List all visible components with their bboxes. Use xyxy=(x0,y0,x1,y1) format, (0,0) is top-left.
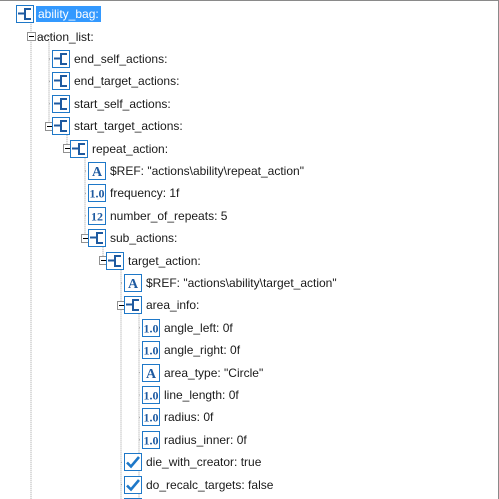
tree-node-label[interactable]: repeat_action: xyxy=(90,141,170,157)
tree-node-label[interactable]: die_with_creator: true xyxy=(144,454,263,470)
string-icon: A xyxy=(88,162,106,180)
string-icon: A xyxy=(124,274,142,292)
svg-text:A: A xyxy=(128,277,139,292)
tree-node-label[interactable]: line_length: 0f xyxy=(162,387,241,403)
bool-icon xyxy=(124,475,142,494)
object-icon xyxy=(70,139,88,158)
tree-node-label[interactable]: sub_actions: xyxy=(108,230,179,246)
float-icon: 1.0 xyxy=(142,430,160,449)
tree-node-label[interactable]: action_list: xyxy=(35,29,96,45)
tree-node-label[interactable]: target_action: xyxy=(126,253,203,269)
tree-node-label[interactable]: ability_bag: xyxy=(36,6,101,23)
float-icon: 1.0 xyxy=(88,184,106,203)
float-icon: 1.0 xyxy=(142,386,160,404)
object-icon xyxy=(52,117,70,136)
json-tree-view[interactable]: ability_bag: action_list: end_self_actions… xyxy=(0,0,499,499)
object-icon xyxy=(16,5,34,24)
object-icon xyxy=(52,50,70,68)
float-icon: 1.0 xyxy=(142,341,160,360)
tree-node-label[interactable]: end_target_actions: xyxy=(72,73,181,89)
object-icon xyxy=(124,296,142,315)
object-icon xyxy=(52,94,70,113)
object-icon xyxy=(52,72,70,91)
tree-node-label[interactable]: area_type: "Circle" xyxy=(162,365,265,381)
svg-text:1.0: 1.0 xyxy=(144,344,159,358)
object-icon xyxy=(106,251,124,270)
string-icon: A xyxy=(142,363,160,382)
tree-node-label[interactable]: radius: 0f xyxy=(162,409,215,425)
float-icon: 1.0 xyxy=(142,318,160,337)
svg-text:1.0: 1.0 xyxy=(144,433,159,447)
svg-text:1.0: 1.0 xyxy=(144,321,159,335)
tree-node-label[interactable]: $REF: "actions\ability\target_action" xyxy=(144,275,339,291)
tree-node-label[interactable]: start_self_actions: xyxy=(72,96,173,112)
int-icon: 12 xyxy=(88,206,106,225)
tree-node-label[interactable]: number_of_repeats: 5 xyxy=(108,208,229,224)
svg-text:A: A xyxy=(146,367,157,382)
tree-node-label[interactable]: area_info: xyxy=(144,297,201,313)
bool-icon xyxy=(124,453,142,472)
svg-text:1.0: 1.0 xyxy=(144,389,159,403)
tree-node-label[interactable]: $REF: "actions\ability\repeat_action" xyxy=(108,163,306,179)
tree-node-label[interactable]: angle_left: 0f xyxy=(162,320,235,336)
tree-node-label[interactable]: radius_inner: 0f xyxy=(162,432,249,448)
tree-node-label[interactable]: start_target_actions: xyxy=(72,118,185,134)
svg-text:1.0: 1.0 xyxy=(144,411,159,425)
tree-node-label[interactable]: angle_right: 0f xyxy=(162,342,242,358)
object-icon xyxy=(88,229,106,248)
svg-text:1.0: 1.0 xyxy=(90,187,105,201)
tree-node-label[interactable]: end_self_actions: xyxy=(72,51,169,67)
float-icon: 1.0 xyxy=(142,408,160,427)
tree-node-label[interactable]: frequency: 1f xyxy=(108,185,181,201)
svg-text:A: A xyxy=(92,165,103,180)
tree-node-label[interactable]: do_recalc_targets: false xyxy=(144,477,275,493)
svg-text:12: 12 xyxy=(91,209,103,223)
